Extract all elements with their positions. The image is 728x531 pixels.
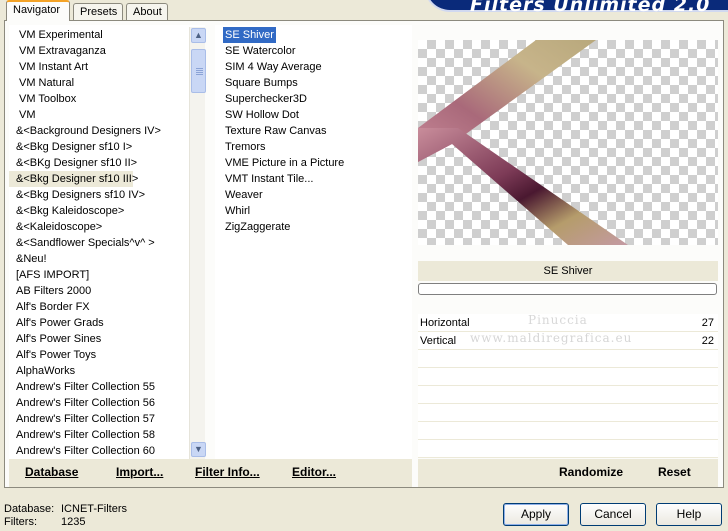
status-database-value: ICNET-Filters (61, 503, 127, 515)
category-item[interactable]: Andrew's Filter Collection 58 (9, 427, 155, 443)
category-item[interactable]: &<Bkg Designer sf10 III> (9, 171, 138, 187)
scroll-down-button[interactable]: ▼ (191, 442, 206, 457)
category-item[interactable]: Alf's Power Sines (9, 331, 101, 347)
app-title: Filters Unlimited 2.0 (470, 0, 711, 16)
param-value[interactable]: 27 (702, 314, 714, 332)
category-item[interactable]: &Neu! (9, 251, 47, 267)
database-button[interactable]: Database (25, 465, 78, 479)
category-item[interactable]: &<BKg Designer sf10 II> (9, 155, 137, 171)
apply-button[interactable]: Apply (503, 503, 569, 526)
param-row-empty (418, 404, 718, 422)
watermark-url: www.maldiregrafica.eu (470, 331, 633, 345)
filter-item[interactable]: Tremors (223, 139, 268, 155)
reset-button[interactable]: Reset (658, 465, 691, 479)
filter-list[interactable]: SE Shiver SE Watercolor SIM 4 Way Average S… (215, 25, 412, 459)
randomize-button[interactable]: Randomize (559, 465, 623, 479)
list-toolbar: Database Import... Filter Info... Editor… (9, 459, 412, 487)
category-item[interactable]: VM Extravaganza (9, 43, 106, 59)
category-item[interactable]: Andrew's Filter Collection 57 (9, 411, 155, 427)
filter-item[interactable]: Square Bumps (223, 75, 300, 91)
status-filters: Filters: 1235 (4, 516, 85, 529)
filter-item[interactable]: VMT Instant Tile... (223, 171, 315, 187)
category-item[interactable]: Alf's Power Toys (9, 347, 96, 363)
preview-image (418, 40, 718, 245)
status-filters-value: 1235 (61, 516, 86, 528)
param-label: Horizontal (420, 317, 470, 329)
category-item[interactable]: &<Sandflower Specials^v^ > (9, 235, 155, 251)
filter-item[interactable]: VME Picture in a Picture (223, 155, 346, 171)
category-item[interactable]: AB Filters 2000 (9, 283, 91, 299)
filter-item[interactable]: Superchecker3D (223, 91, 309, 107)
category-item[interactable]: Alf's Power Grads (9, 315, 104, 331)
category-item[interactable]: VM Toolbox (9, 91, 76, 107)
filter-item[interactable]: SW Hollow Dot (223, 107, 301, 123)
category-item[interactable]: Andrew's Filter Collection 56 (9, 395, 155, 411)
watermark-name: Pinuccia (528, 313, 588, 327)
param-row-empty (418, 350, 718, 368)
category-item[interactable]: Alf's Border FX (9, 299, 90, 315)
import-button[interactable]: Import... (116, 465, 163, 479)
category-item[interactable]: [AFS IMPORT] (9, 267, 89, 283)
status-database-label: Database: (4, 503, 55, 515)
preview-chevron (418, 40, 628, 245)
filter-item[interactable]: SE Watercolor (223, 43, 298, 59)
category-item[interactable]: VM Experimental (9, 27, 103, 43)
category-item[interactable]: Andrew's Filter Collection 55 (9, 379, 155, 395)
filter-item[interactable]: Weaver (223, 187, 265, 203)
category-item[interactable]: VM (9, 107, 36, 123)
category-item[interactable]: AlphaWorks (9, 363, 75, 379)
status-filters-label: Filters: (4, 516, 37, 528)
tab-about[interactable]: About (126, 3, 168, 20)
progress-bar (418, 283, 717, 295)
filter-item[interactable]: SE Shiver (223, 27, 276, 43)
category-item[interactable]: Andrew's Filter Collection 60 (9, 443, 155, 459)
category-item[interactable]: &<Background Designers IV> (9, 123, 161, 139)
param-row-empty (418, 440, 718, 458)
category-list[interactable]: VM Experimental VM Extravaganza VM Instant… (9, 25, 205, 459)
param-value[interactable]: 22 (702, 332, 714, 350)
param-row-empty (418, 422, 718, 440)
status-database: Database: ICNET-Filters (4, 503, 127, 516)
filter-item[interactable]: Texture Raw Canvas (223, 123, 329, 139)
tab-navigator[interactable]: Navigator (6, 0, 70, 21)
category-item[interactable]: &<Bkg Kaleidoscope> (9, 203, 124, 219)
category-item[interactable]: &<Kaleidoscope> (9, 219, 102, 235)
filter-title: SE Shiver (418, 261, 718, 281)
param-row-empty (418, 386, 718, 404)
filter-item[interactable]: ZigZaggerate (223, 219, 292, 235)
filter-item[interactable]: Whirl (223, 203, 252, 219)
param-row-empty (418, 368, 718, 386)
category-item[interactable]: VM Instant Art (9, 59, 88, 75)
tab-presets[interactable]: Presets (73, 3, 123, 20)
category-item[interactable]: VM Natural (9, 75, 74, 91)
cancel-button[interactable]: Cancel (580, 503, 646, 526)
preview-toolbar: Randomize Reset (418, 459, 718, 487)
filter-info-button[interactable]: Filter Info... (195, 465, 260, 479)
editor-button[interactable]: Editor... (292, 465, 336, 479)
scroll-thumb[interactable] (191, 49, 206, 93)
category-scrollbar[interactable]: ▲ ▼ (189, 27, 206, 459)
filter-item[interactable]: SIM 4 Way Average (223, 59, 324, 75)
help-button[interactable]: Help (656, 503, 722, 526)
param-label: Vertical (420, 335, 457, 347)
category-item[interactable]: &<Bkg Designers sf10 IV> (9, 187, 145, 203)
category-item[interactable]: &<Bkg Designer sf10 I> (9, 139, 132, 155)
scroll-up-button[interactable]: ▲ (191, 28, 206, 43)
